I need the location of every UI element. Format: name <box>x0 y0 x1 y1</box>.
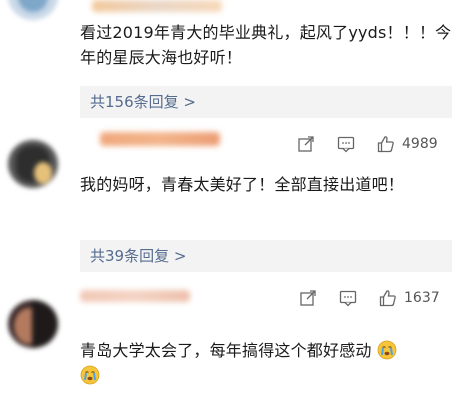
comment-text: 看过2019年青大的毕业典礼，起风了yyds！！！今年的星辰大海也好听！ <box>80 20 452 70</box>
comment-text-content: 看过2019年青大的毕业典礼，起风了yyds！！！今年的星辰大海也好听！ <box>80 23 452 67</box>
comment-text: 青岛大学太会了，每年搞得这个都好感动 <box>80 338 452 388</box>
thumbs-up-icon[interactable] <box>378 288 398 308</box>
replies-link[interactable]: 共39条回复 > <box>80 240 452 272</box>
comment-text-content: 青岛大学太会了，每年搞得这个都好感动 <box>80 341 372 360</box>
action-bar: 1637 <box>290 286 460 310</box>
thumbs-up-icon[interactable] <box>376 134 396 154</box>
username-blurred[interactable] <box>100 132 220 146</box>
like-button[interactable]: 1637 <box>378 288 440 308</box>
comment-icon[interactable] <box>336 134 356 154</box>
comment-text-content: 我的妈呀，青春太美好了！全部直接出道吧！ <box>80 175 405 194</box>
username-blurred[interactable] <box>92 0 222 12</box>
action-bar: 4989 <box>290 132 460 156</box>
crying-face-emoji <box>80 365 100 385</box>
avatar[interactable] <box>8 140 58 188</box>
comment-icon[interactable] <box>338 288 358 308</box>
like-button[interactable]: 4989 <box>376 134 438 154</box>
share-icon[interactable] <box>296 134 316 154</box>
share-icon[interactable] <box>298 288 318 308</box>
like-count: 1637 <box>404 290 440 306</box>
comment-text: 我的妈呀，青春太美好了！全部直接出道吧！ <box>80 172 452 197</box>
avatar[interactable] <box>8 300 58 348</box>
like-count: 4989 <box>402 136 438 152</box>
username-blurred[interactable] <box>80 290 190 302</box>
avatar[interactable] <box>8 0 58 20</box>
crying-face-emoji <box>377 340 397 360</box>
replies-link[interactable]: 共156条回复 > <box>80 86 452 118</box>
